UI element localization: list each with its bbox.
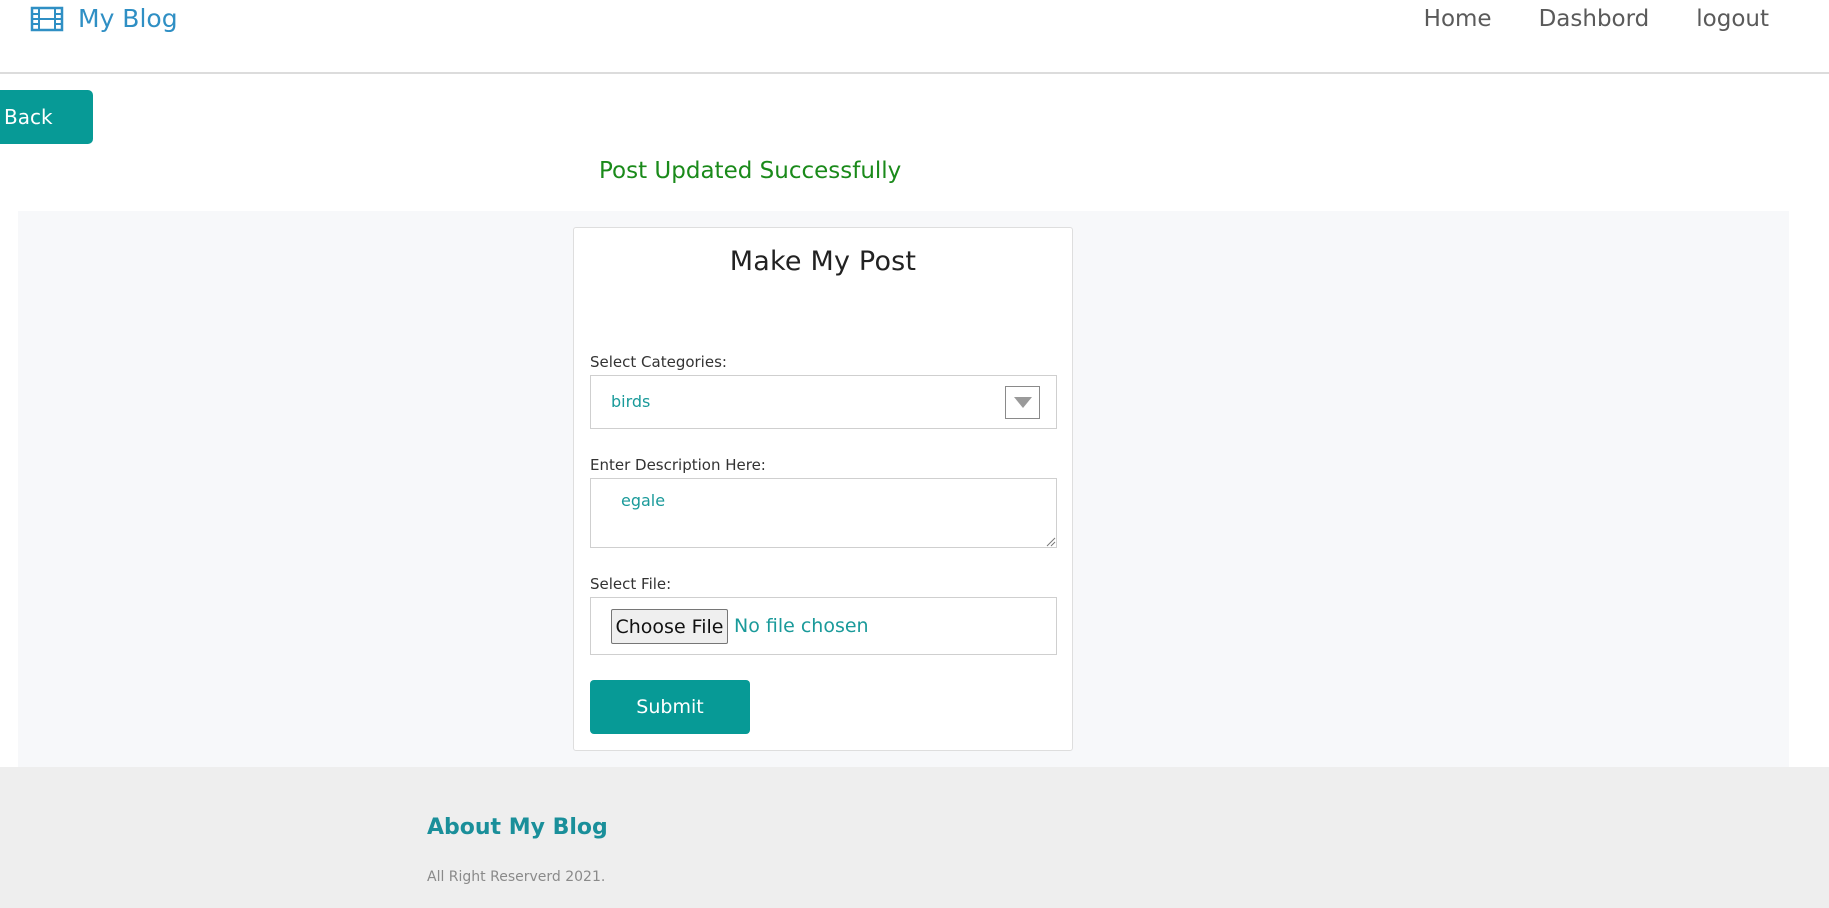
- status-message: Post Updated Successfully: [599, 158, 902, 184]
- file-label: Select File:: [590, 575, 672, 593]
- post-form-card: Make My Post Select Categories: birds En…: [573, 227, 1073, 751]
- footer-title: About My Blog: [427, 815, 608, 840]
- chevron-down-icon[interactable]: [1005, 386, 1040, 419]
- brand-name: My Blog: [78, 4, 178, 33]
- back-button[interactable]: Back: [0, 90, 93, 144]
- nav-links: Home Dashbord logout: [1424, 6, 1769, 32]
- form-title: Make My Post: [729, 246, 917, 277]
- brand-link[interactable]: My Blog: [30, 4, 178, 33]
- film-icon: [30, 6, 64, 32]
- category-label: Select Categories:: [590, 353, 727, 371]
- resize-grip-icon[interactable]: [1046, 537, 1056, 547]
- description-textarea[interactable]: egale: [590, 478, 1057, 548]
- description-label: Enter Description Here:: [590, 456, 766, 474]
- category-select-value: birds: [611, 392, 651, 411]
- nav-logout-link[interactable]: logout: [1696, 6, 1769, 32]
- footer-copyright: All Right Reserverd 2021.: [427, 869, 606, 885]
- file-status-text: No file chosen: [734, 615, 869, 637]
- nav-home-link[interactable]: Home: [1424, 6, 1492, 32]
- nav-dashboard-link[interactable]: Dashbord: [1539, 6, 1650, 32]
- file-input: Choose File No file chosen: [590, 597, 1057, 655]
- footer: About My Blog All Right Reserverd 2021.: [0, 767, 1829, 908]
- top-navbar: My Blog Home Dashbord logout: [0, 0, 1829, 74]
- choose-file-button[interactable]: Choose File: [611, 609, 728, 644]
- category-select[interactable]: birds: [590, 375, 1057, 429]
- submit-button[interactable]: Submit: [590, 680, 750, 734]
